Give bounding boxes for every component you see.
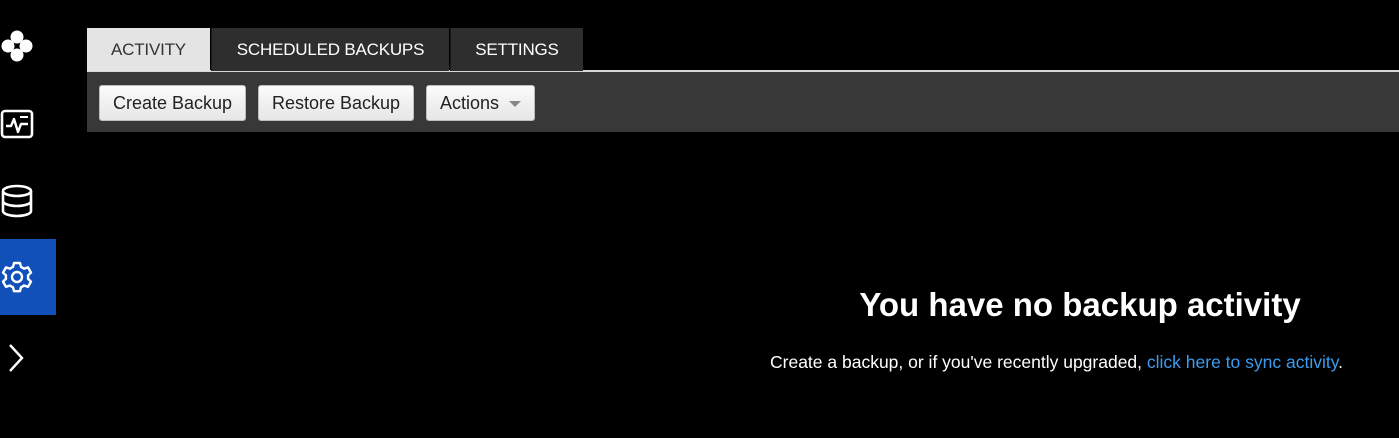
tab-activity[interactable]: ACTIVITY — [87, 28, 210, 71]
logo-icon — [0, 29, 34, 63]
sync-activity-link[interactable]: click here to sync activity — [1147, 352, 1338, 372]
empty-state-title: You have no backup activity — [859, 286, 1301, 323]
empty-state-period: . — [1338, 352, 1344, 372]
toolbar: Create Backup Restore Backup Actions — [87, 72, 1399, 132]
sidebar-item-storage[interactable] — [0, 163, 56, 239]
empty-state-message: Create a backup, or if you've recently u… — [770, 352, 1343, 373]
sidebar-item-settings[interactable] — [0, 239, 56, 315]
create-backup-button[interactable]: Create Backup — [99, 85, 247, 121]
caret-down-icon — [509, 101, 522, 107]
database-icon — [0, 184, 34, 218]
tab-bar: ACTIVITY SCHEDULED BACKUPS SETTINGS — [87, 28, 1399, 72]
chevron-right-icon — [0, 341, 34, 375]
tab-scheduled-backups[interactable]: SCHEDULED BACKUPS — [211, 28, 449, 71]
empty-state-text: Create a backup, or if you've recently u… — [770, 352, 1143, 372]
actions-dropdown[interactable]: Actions — [426, 85, 536, 121]
restore-backup-button[interactable]: Restore Backup — [258, 85, 415, 121]
create-backup-label: Create Backup — [113, 92, 233, 113]
tab-settings[interactable]: SETTINGS — [450, 28, 583, 71]
sidebar-expand[interactable] — [0, 320, 56, 396]
sidebar-item-home[interactable] — [0, 8, 56, 84]
sidebar-item-monitor[interactable] — [0, 86, 56, 162]
sidebar — [0, 0, 56, 438]
actions-label: Actions — [440, 92, 500, 113]
gear-icon — [0, 260, 34, 294]
monitor-icon — [0, 107, 34, 141]
restore-backup-label: Restore Backup — [272, 92, 401, 113]
